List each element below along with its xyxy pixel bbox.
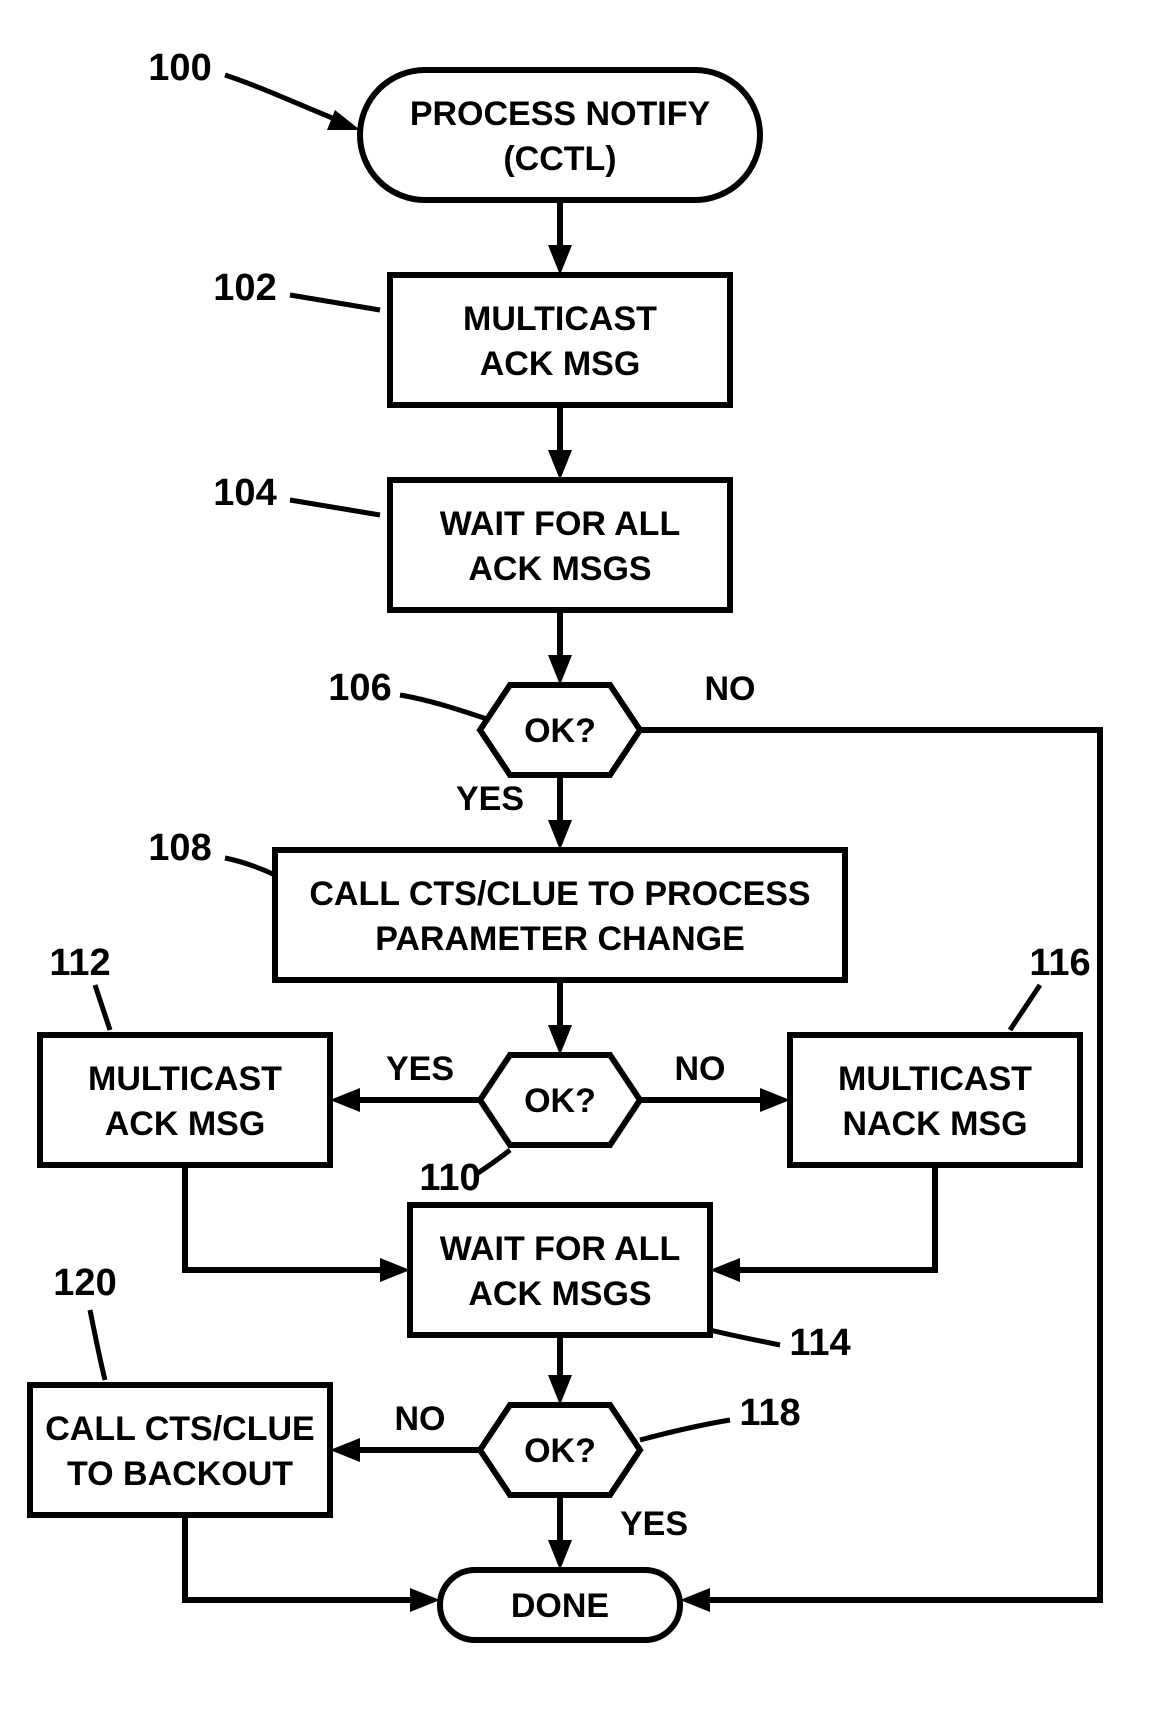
svg-text:WAIT FOR ALL: WAIT FOR ALL <box>440 505 680 543</box>
node-106-decision: OK? <box>480 685 640 775</box>
label-yes: YES <box>456 780 524 818</box>
edge-108-to-110 <box>548 980 572 1055</box>
edge-106-yes-to-108: YES <box>456 775 572 850</box>
svg-text:114: 114 <box>789 1322 850 1364</box>
edge-118-yes-to-done: YES <box>548 1495 688 1570</box>
svg-text:CALL CTS/CLUE: CALL CTS/CLUE <box>45 1410 314 1448</box>
ref-100: 100 <box>148 47 360 130</box>
ref-118: 118 <box>640 1392 801 1440</box>
svg-text:PROCESS NOTIFY: PROCESS NOTIFY <box>410 95 711 133</box>
svg-text:104: 104 <box>213 472 276 514</box>
svg-text:108: 108 <box>148 827 211 869</box>
svg-text:OK?: OK? <box>524 712 596 750</box>
node-120: CALL CTS/CLUE TO BACKOUT <box>30 1385 330 1515</box>
edge-110-yes-to-112: YES <box>330 1050 480 1112</box>
edge-120-to-done <box>185 1515 440 1612</box>
edge-112-to-114 <box>185 1165 410 1282</box>
ref-104: 104 <box>213 472 380 515</box>
node-112: MULTICAST ACK MSG <box>40 1035 330 1165</box>
svg-text:NACK MSG: NACK MSG <box>842 1105 1027 1143</box>
svg-text:ACK MSGS: ACK MSGS <box>468 1275 651 1313</box>
flowchart: YES NO YES NO NO <box>0 0 1169 1720</box>
label-no: NO <box>675 1050 726 1088</box>
edge-104-to-106 <box>548 610 572 685</box>
edge-114-to-118 <box>548 1335 572 1405</box>
edge-116-to-114 <box>710 1165 935 1282</box>
svg-text:DONE: DONE <box>511 1587 609 1625</box>
svg-text:ACK MSG: ACK MSG <box>480 345 641 383</box>
node-done: DONE <box>440 1570 680 1640</box>
ref-108: 108 <box>148 827 275 875</box>
svg-text:OK?: OK? <box>524 1432 596 1470</box>
ref-114: 114 <box>710 1322 851 1364</box>
edge-118-no-to-120: NO <box>330 1400 480 1462</box>
label-no: NO <box>395 1400 446 1438</box>
ref-110: 110 <box>419 1150 510 1199</box>
label-yes: YES <box>620 1505 688 1543</box>
label-yes: YES <box>386 1050 454 1088</box>
svg-text:100: 100 <box>148 47 211 89</box>
ref-112: 112 <box>49 942 110 1030</box>
edge-102-to-104 <box>548 405 572 480</box>
svg-text:MULTICAST: MULTICAST <box>88 1060 282 1098</box>
svg-text:(CCTL): (CCTL) <box>503 140 616 178</box>
svg-text:WAIT FOR ALL: WAIT FOR ALL <box>440 1230 680 1268</box>
ref-120: 120 <box>53 1262 116 1380</box>
edge-110-no-to-116: NO <box>640 1050 790 1112</box>
edge-start-to-102 <box>548 200 572 275</box>
ref-106: 106 <box>328 667 490 720</box>
node-110-decision: OK? <box>480 1055 640 1145</box>
node-108: CALL CTS/CLUE TO PROCESS PARAMETER CHANG… <box>275 850 845 980</box>
svg-text:MULTICAST: MULTICAST <box>838 1060 1032 1098</box>
svg-text:OK?: OK? <box>524 1082 596 1120</box>
svg-text:TO BACKOUT: TO BACKOUT <box>67 1455 293 1493</box>
svg-text:102: 102 <box>213 267 276 309</box>
svg-text:ACK MSG: ACK MSG <box>105 1105 266 1143</box>
node-118-decision: OK? <box>480 1405 640 1495</box>
svg-text:118: 118 <box>739 1392 800 1434</box>
svg-text:MULTICAST: MULTICAST <box>463 300 657 338</box>
svg-text:PARAMETER CHANGE: PARAMETER CHANGE <box>375 920 745 958</box>
label-no: NO <box>705 670 756 708</box>
svg-text:110: 110 <box>419 1157 480 1199</box>
svg-text:ACK MSGS: ACK MSGS <box>468 550 651 588</box>
node-104: WAIT FOR ALL ACK MSGS <box>390 480 730 610</box>
ref-116: 116 <box>1010 942 1091 1030</box>
node-102: MULTICAST ACK MSG <box>390 275 730 405</box>
svg-text:CALL CTS/CLUE TO PROCESS: CALL CTS/CLUE TO PROCESS <box>309 875 810 913</box>
node-start: PROCESS NOTIFY (CCTL) <box>360 70 760 200</box>
node-116: MULTICAST NACK MSG <box>790 1035 1080 1165</box>
svg-text:120: 120 <box>53 1262 116 1304</box>
node-114: WAIT FOR ALL ACK MSGS <box>410 1205 710 1335</box>
svg-text:116: 116 <box>1029 942 1090 984</box>
ref-102: 102 <box>213 267 380 310</box>
svg-text:106: 106 <box>328 667 391 709</box>
svg-text:112: 112 <box>49 942 110 984</box>
